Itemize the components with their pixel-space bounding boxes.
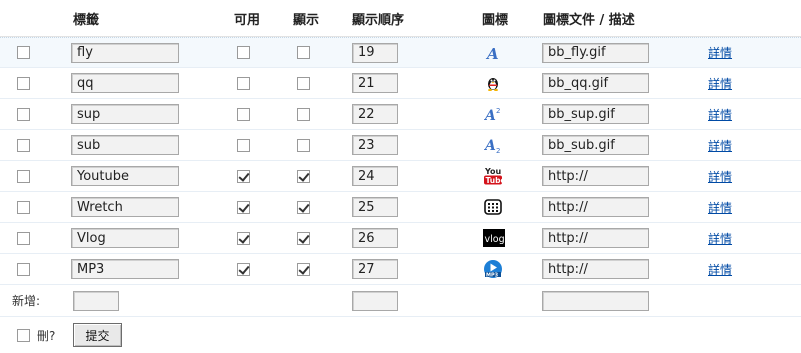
tag-input[interactable]: sup <box>71 104 179 124</box>
tag-input[interactable]: qq <box>71 73 179 93</box>
svg-text:Tube: Tube <box>486 176 504 185</box>
icon-file-input[interactable]: bb_sub.gif <box>542 135 649 155</box>
table-row: Vlog 26 vlog http:// 詳情 <box>0 223 801 254</box>
display-checkbox[interactable] <box>297 169 310 183</box>
display-checkbox[interactable] <box>297 46 310 59</box>
order-input[interactable]: 26 <box>352 228 398 248</box>
header-display: 顯示 <box>293 12 320 28</box>
row-delete-checkbox[interactable] <box>17 200 30 214</box>
enabled-checkbox[interactable] <box>237 107 250 121</box>
form-footer: 刪? 提交 <box>0 317 801 353</box>
mp3-icon: MP3 <box>483 259 503 279</box>
icon-file-input[interactable]: bb_qq.gif <box>542 73 649 93</box>
order-input[interactable]: 22 <box>352 104 398 124</box>
tag-input[interactable]: Youtube <box>71 166 179 186</box>
svg-text:vlog: vlog <box>485 234 505 245</box>
tag-input[interactable]: Vlog <box>71 228 179 248</box>
order-input[interactable]: 21 <box>352 73 398 93</box>
submit-button[interactable]: 提交 <box>73 323 122 347</box>
order-input[interactable]: 19 <box>352 42 398 63</box>
svg-text:2: 2 <box>496 147 500 153</box>
penguin-icon <box>483 73 503 93</box>
icon-file-input[interactable]: http:// <box>542 197 649 217</box>
detail-link[interactable]: 詳情 <box>708 75 732 92</box>
detail-link[interactable]: 詳情 <box>708 106 732 123</box>
order-input[interactable]: 24 <box>352 166 398 186</box>
delete-label: 刪? <box>37 328 56 343</box>
display-checkbox[interactable] <box>297 200 310 214</box>
row-delete-checkbox[interactable] <box>17 107 30 121</box>
superscript-icon: A2 <box>483 104 503 124</box>
row-delete-checkbox[interactable] <box>17 76 30 90</box>
display-checkbox[interactable] <box>297 76 310 90</box>
display-checkbox[interactable] <box>297 138 310 152</box>
order-input[interactable]: 25 <box>352 197 398 217</box>
header-enabled: 可用 <box>234 12 261 28</box>
header-icon: 圖標 <box>482 12 509 28</box>
svg-text:A: A <box>484 108 496 122</box>
svg-text:A: A <box>484 138 496 153</box>
icon-file-input[interactable]: bb_fly.gif <box>542 42 649 63</box>
row-delete-checkbox[interactable] <box>17 46 30 59</box>
icon-file-input[interactable]: http:// <box>542 166 649 186</box>
new-order-input[interactable] <box>352 290 398 311</box>
wretch-icon <box>483 197 503 217</box>
table-row: sub 23 A2 bb_sub.gif 詳情 <box>0 130 801 161</box>
new-tag-input[interactable] <box>73 290 119 311</box>
subscript-icon: A2 <box>483 135 503 155</box>
table-row: fly 19 A bb_fly.gif 詳情 <box>0 37 801 68</box>
detail-link[interactable]: 詳情 <box>708 261 732 278</box>
detail-link[interactable]: 詳情 <box>708 168 732 185</box>
enabled-checkbox[interactable] <box>237 46 250 59</box>
icon-file-input[interactable]: bb_sup.gif <box>542 104 649 124</box>
enabled-checkbox[interactable] <box>237 76 250 90</box>
display-checkbox[interactable] <box>297 107 310 121</box>
new-icon-file-input[interactable] <box>542 290 649 311</box>
bbcode-table: 標籤 可用 顯示 顯示順序 圖標 圖標文件 / 描述 fly 19 A bb_f… <box>0 0 801 353</box>
row-delete-checkbox[interactable] <box>17 138 30 152</box>
tag-input[interactable]: fly <box>71 42 179 63</box>
order-input[interactable]: 23 <box>352 135 398 155</box>
svg-text:2: 2 <box>496 107 500 115</box>
header-tag: 標籤 <box>73 12 100 28</box>
detail-link[interactable]: 詳情 <box>708 137 732 154</box>
tag-input[interactable]: MP3 <box>71 259 179 279</box>
icon-file-input[interactable]: http:// <box>542 259 649 279</box>
youtube-icon: You Tube <box>483 166 503 186</box>
delete-all-checkbox[interactable] <box>17 328 30 342</box>
table-row: Wretch 25 http:// 詳情 <box>0 192 801 223</box>
svg-text:A: A <box>485 45 499 61</box>
detail-link[interactable]: 詳情 <box>708 44 732 61</box>
display-checkbox[interactable] <box>297 231 310 245</box>
table-row: Youtube 24 You Tube http:// 詳情 <box>0 161 801 192</box>
order-input[interactable]: 27 <box>352 259 398 279</box>
row-delete-checkbox[interactable] <box>17 169 30 183</box>
detail-link[interactable]: 詳情 <box>708 199 732 216</box>
table-row: MP3 27 MP3 http:// 詳情 <box>0 254 801 285</box>
table-header: 標籤 可用 顯示 顯示順序 圖標 圖標文件 / 描述 <box>0 0 801 37</box>
italic-a-icon: A <box>483 43 503 63</box>
row-delete-checkbox[interactable] <box>17 231 30 245</box>
header-icon-file: 圖標文件 / 描述 <box>543 12 635 28</box>
add-row: 新增: <box>0 285 801 317</box>
enabled-checkbox[interactable] <box>237 262 250 276</box>
enabled-checkbox[interactable] <box>237 138 250 152</box>
vlog-icon: vlog <box>483 228 505 248</box>
enabled-checkbox[interactable] <box>237 200 250 214</box>
icon-file-input[interactable]: http:// <box>542 228 649 248</box>
svg-text:MP3: MP3 <box>486 273 499 279</box>
display-checkbox[interactable] <box>297 262 310 276</box>
enabled-checkbox[interactable] <box>237 169 250 183</box>
table-row: qq 21 bb_qq.gif 詳情 <box>0 68 801 99</box>
tag-input[interactable]: sub <box>71 135 179 155</box>
row-delete-checkbox[interactable] <box>17 262 30 276</box>
add-label: 新增: <box>12 294 41 308</box>
svg-text:You: You <box>484 167 502 176</box>
header-order: 顯示順序 <box>352 12 405 28</box>
tag-input[interactable]: Wretch <box>71 197 179 217</box>
table-row: sup 22 A2 bb_sup.gif 詳情 <box>0 99 801 130</box>
enabled-checkbox[interactable] <box>237 231 250 245</box>
detail-link[interactable]: 詳情 <box>708 230 732 247</box>
